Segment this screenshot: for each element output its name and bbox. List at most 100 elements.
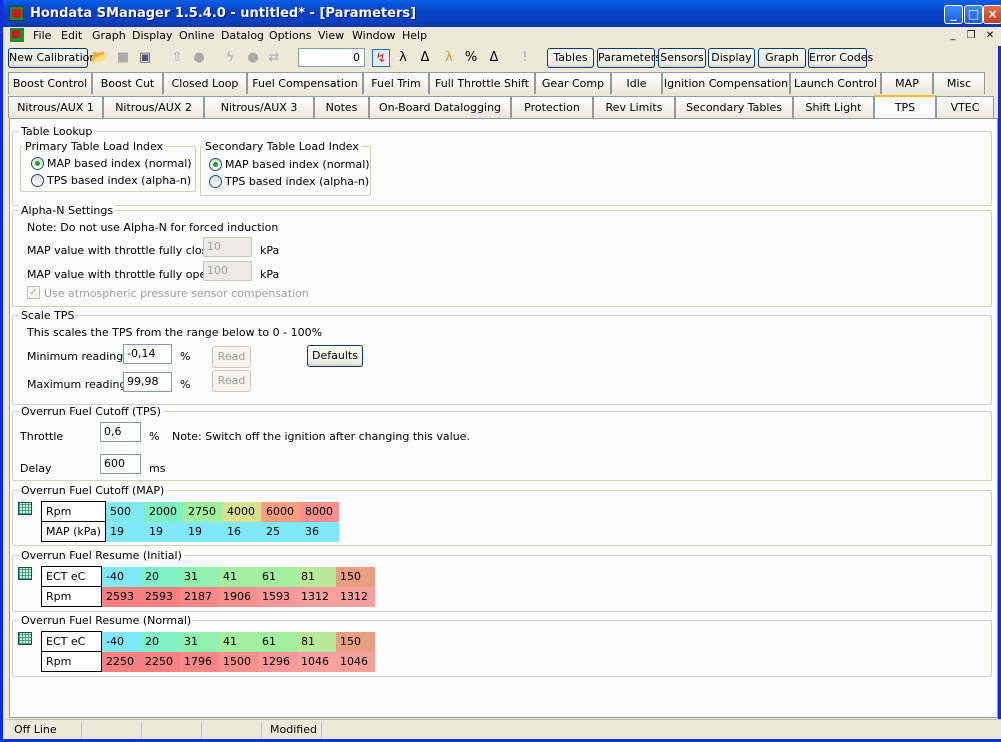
tune-icon[interactable]: ↯ [372, 49, 390, 67]
table-cell[interactable]: 8000 [300, 501, 340, 522]
tab-boost-cut[interactable]: Boost Cut [92, 72, 163, 94]
table-cell[interactable]: 1296 [257, 651, 297, 672]
table-cell[interactable]: 36 [300, 521, 340, 542]
tab-on-board-datalogging[interactable]: On-Board Datalogging [369, 96, 511, 118]
graph-button[interactable]: Graph [758, 48, 806, 68]
min-reading-input[interactable]: -0,14 [123, 344, 172, 364]
defaults-button[interactable]: Defaults [307, 345, 363, 367]
map-open-input[interactable]: 100 [203, 261, 252, 281]
tab-map[interactable]: MAP [881, 72, 933, 94]
tab-misc[interactable]: Misc [933, 72, 985, 94]
table-cell[interactable]: 20 [140, 631, 180, 652]
mdi-restore-icon[interactable]: ❐ [963, 29, 979, 43]
table-cell[interactable]: 81 [296, 631, 336, 652]
menu-file[interactable]: File [33, 29, 51, 42]
table-cell[interactable]: 150 [335, 631, 375, 652]
table-cell[interactable]: 31 [179, 631, 219, 652]
throttle-input[interactable]: 0,6 [100, 422, 141, 442]
tab-boost-control[interactable]: Boost Control [8, 72, 92, 94]
table-cell[interactable]: 19 [183, 521, 223, 542]
table-cell[interactable]: 1796 [179, 651, 219, 672]
new-calibration-button[interactable]: New Calibration [8, 48, 96, 68]
lambda-icon[interactable]: λ [394, 49, 412, 67]
tables-button[interactable]: Tables [547, 48, 594, 68]
table-cell[interactable]: 16 [222, 521, 262, 542]
menu-edit[interactable]: Edit [61, 29, 82, 42]
open-folder-icon[interactable]: 📂 [91, 49, 109, 67]
tab-nitrous-aux-1[interactable]: Nitrous/AUX 1 [8, 96, 103, 118]
menu-help[interactable]: Help [402, 29, 427, 42]
menu-online[interactable]: Online [179, 29, 214, 42]
table-cell[interactable]: 31 [179, 566, 219, 587]
tab-tps[interactable]: TPS [874, 95, 936, 119]
tab-protection[interactable]: Protection [511, 96, 593, 118]
table-cell[interactable]: 2593 [140, 586, 180, 607]
table-grid-icon[interactable] [18, 632, 32, 645]
tab-fuel-trim[interactable]: Fuel Trim [363, 72, 429, 94]
table-cell[interactable]: 2250 [140, 651, 180, 672]
delta-lambda-icon[interactable]: Δ [416, 49, 434, 67]
menu-options[interactable]: Options [269, 29, 311, 42]
secondary-tps-radio[interactable] [209, 175, 222, 188]
table-cell[interactable]: 1312 [296, 586, 336, 607]
atmo-compensation-checkbox[interactable]: ✓ [27, 286, 40, 299]
menu-display[interactable]: Display [132, 29, 173, 42]
percent-icon[interactable]: % [462, 49, 480, 67]
minimize-button[interactable]: _ [944, 5, 963, 24]
table-grid-icon[interactable] [18, 502, 32, 515]
table-cell[interactable]: 500 [105, 501, 145, 522]
secondary-map-radio[interactable] [209, 158, 222, 171]
close-button[interactable]: × [983, 5, 1001, 24]
table-cell[interactable]: 20 [140, 566, 180, 587]
table-cell[interactable]: 150 [335, 566, 375, 587]
primary-tps-radio[interactable] [31, 174, 44, 187]
upload-icon[interactable]: ▣ [136, 49, 154, 67]
table-cell[interactable]: 1312 [335, 586, 375, 607]
table-cell[interactable]: 19 [105, 521, 145, 542]
tab-nitrous-aux-2[interactable]: Nitrous/AUX 2 [103, 96, 204, 118]
lambda-highlight-icon[interactable]: λ [440, 49, 458, 67]
min-read-button[interactable]: Read [212, 346, 251, 368]
tab-idle[interactable]: Idle [611, 72, 662, 94]
table-cell[interactable]: 81 [296, 566, 336, 587]
max-reading-input[interactable]: 99,98 [123, 372, 172, 392]
document-icon[interactable] [10, 28, 24, 42]
delta-box-icon[interactable]: Δ [485, 49, 503, 67]
mdi-minimize-icon[interactable]: _ [945, 29, 961, 43]
maximize-button[interactable]: □ [964, 5, 983, 24]
table-cell[interactable]: 41 [218, 566, 258, 587]
tab-full-throttle-shift[interactable]: Full Throttle Shift [429, 72, 535, 94]
table-cell[interactable]: -40 [101, 566, 141, 587]
table-cell[interactable]: -40 [101, 631, 141, 652]
mdi-close-icon[interactable]: ✕ [982, 29, 998, 43]
table-cell[interactable]: 61 [257, 631, 297, 652]
tab-secondary-tables[interactable]: Secondary Tables [675, 96, 793, 118]
table-cell[interactable]: 1500 [218, 651, 258, 672]
table-cell[interactable]: 2250 [101, 651, 141, 672]
tab-vtec[interactable]: VTEC [936, 96, 994, 118]
table-cell[interactable]: 1046 [296, 651, 336, 672]
tab-rev-limits[interactable]: Rev Limits [593, 96, 675, 118]
table-grid-icon[interactable] [18, 567, 32, 580]
tab-fuel-compensation[interactable]: Fuel Compensation [247, 72, 363, 94]
tab-gear-comp[interactable]: Gear Comp [535, 72, 611, 94]
table-cell[interactable]: 2750 [183, 501, 223, 522]
error-codes-button[interactable]: Error Codes [808, 48, 873, 68]
table-cell[interactable]: 1593 [257, 586, 297, 607]
primary-map-radio[interactable] [31, 157, 44, 170]
table-cell[interactable]: 19 [144, 521, 184, 542]
table-cell[interactable]: 61 [257, 566, 297, 587]
table-cell[interactable]: 2000 [144, 501, 184, 522]
tab-nitrous-aux-3[interactable]: Nitrous/AUX 3 [204, 96, 314, 118]
tab-launch-control[interactable]: Launch Control [790, 72, 881, 94]
tab-shift-light[interactable]: Shift Light [793, 96, 874, 118]
sensors-button[interactable]: Sensors [658, 48, 706, 68]
tab-ignition-compensation[interactable]: Ignition Compensation [662, 72, 790, 94]
menu-datalog[interactable]: Datalog [221, 29, 264, 42]
table-cell[interactable]: 41 [218, 631, 258, 652]
menu-graph[interactable]: Graph [92, 29, 126, 42]
menu-window[interactable]: Window [352, 29, 395, 42]
delay-input[interactable]: 600 [100, 454, 141, 474]
table-cell[interactable]: 1906 [218, 586, 258, 607]
display-button[interactable]: Display [708, 48, 755, 68]
